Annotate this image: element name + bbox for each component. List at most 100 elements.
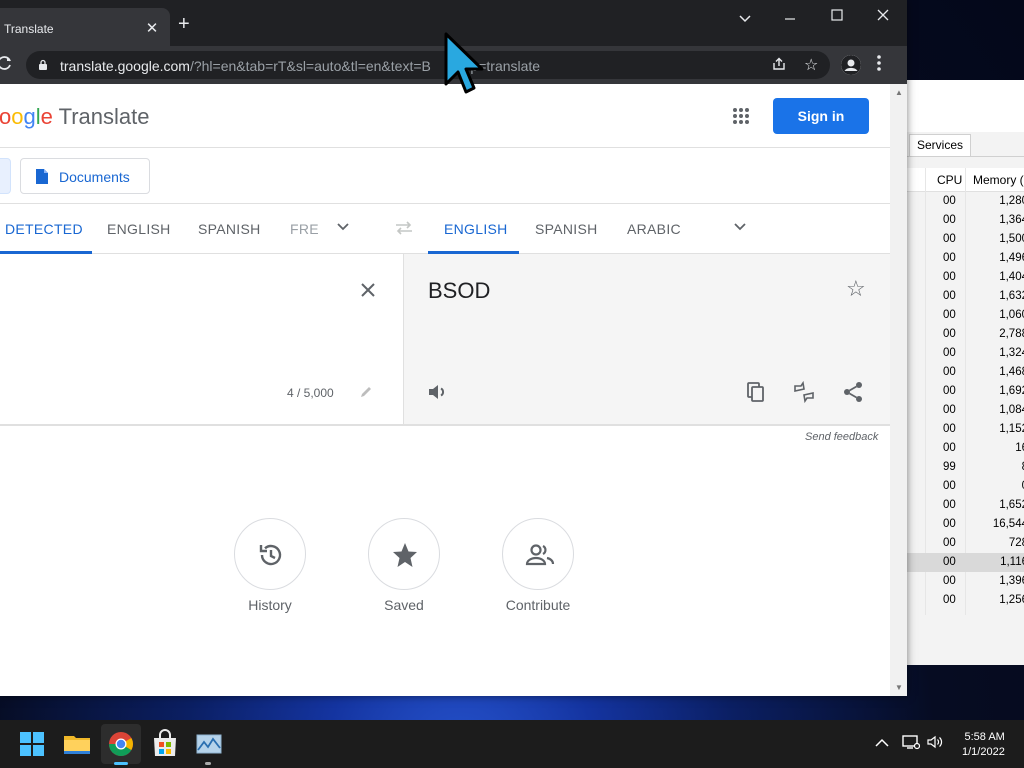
page-scrollbar[interactable]: ▲ ▼: [890, 84, 907, 696]
contribute-icon-circle[interactable]: [502, 518, 574, 590]
process-memory: 1,500: [999, 233, 1024, 245]
character-count: 4 / 5,000: [287, 386, 334, 400]
process-row[interactable]: 001,060: [907, 306, 1024, 325]
microsoft-store-icon[interactable]: [149, 728, 181, 760]
network-icon[interactable]: [902, 734, 921, 753]
rate-translation-icon[interactable]: [792, 380, 816, 404]
process-row[interactable]: 001,280: [907, 192, 1024, 211]
chrome-taskbar-icon[interactable]: [105, 728, 137, 760]
browser-tab[interactable]: Translate ✕: [0, 8, 170, 46]
system-clock[interactable]: 5:58 AM 1/1/2022: [962, 730, 1005, 760]
target-listen-icon[interactable]: [426, 380, 450, 404]
clear-source-icon[interactable]: [360, 278, 376, 304]
source-listen-icon[interactable]: [0, 380, 8, 398]
show-hidden-icons-chevron-icon[interactable]: [875, 735, 889, 751]
save-translation-star-icon[interactable]: ☆: [846, 276, 866, 302]
process-memory: 1,632: [999, 290, 1024, 302]
process-row[interactable]: 001,084: [907, 401, 1024, 420]
address-bar[interactable]: translate.google.com/?hl=en&tab=rT&sl=au…: [26, 51, 830, 79]
column-cpu[interactable]: CPU: [937, 173, 962, 187]
source-lang-detected[interactable]: DETECTED: [5, 221, 83, 237]
tab-search-icon[interactable]: [735, 10, 755, 26]
target-lang-more-chevron-icon[interactable]: [733, 218, 747, 239]
process-row[interactable]: 001,256: [907, 591, 1024, 610]
process-memory: 8: [948, 461, 1024, 473]
column-memory[interactable]: Memory (: [973, 173, 1024, 187]
saved-icon-circle[interactable]: [368, 518, 440, 590]
chrome-running-indicator: [114, 762, 128, 765]
contribute-button[interactable]: Contribute: [493, 518, 583, 613]
scroll-up-arrow-icon[interactable]: ▲: [895, 88, 903, 97]
process-row[interactable]: 001,500: [907, 230, 1024, 249]
process-row[interactable]: 001,324: [907, 344, 1024, 363]
panel-divider: [0, 424, 890, 426]
menu-icon[interactable]: [877, 55, 881, 71]
process-memory: 1,364: [999, 214, 1024, 226]
profile-avatar-icon[interactable]: [841, 55, 861, 75]
process-row[interactable]: 002,788: [907, 325, 1024, 344]
close-tab-icon[interactable]: ✕: [144, 19, 160, 37]
process-row[interactable]: 001,692: [907, 382, 1024, 401]
source-lang-more-chevron-icon[interactable]: [336, 218, 350, 239]
process-memory: 1,116: [1000, 556, 1024, 568]
handwriting-pen-icon[interactable]: [358, 384, 374, 403]
process-memory: 1,060: [999, 309, 1024, 321]
source-lang-english[interactable]: ENGLISH: [107, 221, 171, 237]
url-host: translate.google.com: [60, 58, 190, 74]
close-window-button[interactable]: [873, 8, 893, 24]
target-lang-arabic[interactable]: ARABIC: [627, 221, 681, 237]
text-mode-button[interactable]: [0, 158, 11, 194]
process-row[interactable]: 000: [907, 477, 1024, 496]
file-explorer-icon[interactable]: [61, 728, 93, 760]
history-button[interactable]: History: [225, 518, 315, 613]
saved-button[interactable]: Saved: [359, 518, 449, 613]
send-feedback-link[interactable]: Send feedback: [805, 431, 878, 443]
bookmark-star-icon[interactable]: ☆: [804, 55, 818, 75]
google-translate-logo[interactable]: oogle Translate: [0, 104, 150, 130]
target-lang-english[interactable]: ENGLISH: [444, 221, 508, 237]
process-row[interactable]: 998: [907, 458, 1024, 477]
scroll-down-arrow-icon[interactable]: ▼: [895, 683, 903, 692]
share-translation-icon[interactable]: [841, 380, 865, 404]
process-row[interactable]: 0016,544: [907, 515, 1024, 534]
history-icon: [259, 544, 282, 566]
process-memory: 728: [1008, 537, 1024, 549]
source-lang-spanish[interactable]: SPANISH: [198, 221, 261, 237]
process-memory: 1,404: [999, 271, 1024, 283]
process-row[interactable]: 001,152: [907, 420, 1024, 439]
start-button-icon[interactable]: [16, 728, 48, 760]
source-text-panel[interactable]: ) 4 / 5,000: [0, 254, 404, 424]
logo-app-name: Translate: [58, 104, 150, 129]
star-icon: [393, 543, 417, 567]
sign-in-button[interactable]: Sign in: [773, 98, 869, 134]
source-lang-french[interactable]: FRE: [290, 221, 319, 237]
google-apps-icon[interactable]: [733, 108, 749, 124]
lock-icon[interactable]: [38, 59, 48, 70]
history-icon-circle[interactable]: [234, 518, 306, 590]
process-table-body: 001,280001,364001,500001,496001,404001,6…: [907, 192, 1024, 610]
process-row[interactable]: 001,468: [907, 363, 1024, 382]
process-row[interactable]: 00728: [907, 534, 1024, 553]
contribute-label: Contribute: [505, 597, 571, 613]
share-icon[interactable]: [772, 57, 786, 74]
process-row[interactable]: 001,396: [907, 572, 1024, 591]
volume-icon[interactable]: [927, 734, 943, 753]
tab-services[interactable]: Services: [909, 134, 972, 156]
process-row[interactable]: 001,496: [907, 249, 1024, 268]
minimize-button[interactable]: [780, 8, 800, 24]
copy-translation-icon[interactable]: [744, 380, 768, 404]
process-row[interactable]: 001,632: [907, 287, 1024, 306]
new-tab-button[interactable]: +: [178, 14, 190, 34]
task-manager-icon[interactable]: [193, 728, 225, 760]
documents-mode-button[interactable]: Documents: [20, 158, 150, 194]
process-memory: 0: [948, 480, 1024, 492]
process-row[interactable]: 0016: [907, 439, 1024, 458]
process-row[interactable]: 001,116: [907, 553, 1024, 572]
reload-icon[interactable]: [0, 55, 12, 76]
process-row[interactable]: 001,404: [907, 268, 1024, 287]
maximize-button[interactable]: [827, 8, 847, 24]
process-row[interactable]: 001,364: [907, 211, 1024, 230]
target-lang-spanish[interactable]: SPANISH: [535, 221, 598, 237]
process-row[interactable]: 001,652: [907, 496, 1024, 515]
swap-languages-icon[interactable]: [394, 220, 414, 241]
